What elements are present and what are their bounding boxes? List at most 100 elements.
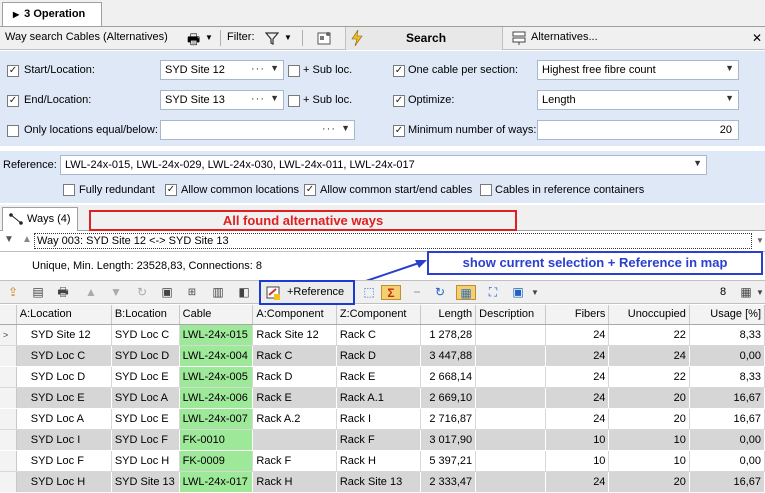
- browse-icon[interactable]: ···: [251, 93, 265, 105]
- start-location-checkbox[interactable]: ✓: [7, 65, 19, 77]
- table-cell[interactable]: 5 397,21: [420, 450, 477, 472]
- table-cell[interactable]: 10: [608, 450, 690, 472]
- table-cell[interactable]: [475, 324, 546, 346]
- table-row[interactable]: SYD Loc H SYD Site 13 LWL-24x-017 Rack H Rac…: [0, 471, 765, 493]
- table-cell[interactable]: 8,33: [689, 366, 765, 388]
- end-location-checkbox[interactable]: ✓: [7, 95, 19, 107]
- table-cell[interactable]: Rack E: [336, 366, 422, 388]
- table-cell[interactable]: 0,00: [689, 429, 765, 451]
- browse-icon[interactable]: ···: [251, 63, 265, 75]
- table-cell[interactable]: SYD Loc D: [16, 366, 112, 388]
- row-indicator[interactable]: [0, 471, 17, 493]
- table-cell[interactable]: SYD Loc F: [111, 429, 180, 451]
- table-cell[interactable]: [475, 345, 546, 367]
- sum-icon[interactable]: Σ: [381, 285, 401, 300]
- table-cell[interactable]: SYD Loc H: [16, 471, 112, 493]
- layout-icon[interactable]: ▣: [510, 285, 526, 300]
- selected-way[interactable]: Way 003: SYD Site 12 <-> SYD Site 13: [34, 233, 752, 249]
- table-cell[interactable]: 24: [545, 345, 610, 367]
- table-cell[interactable]: Rack D: [252, 366, 337, 388]
- table-cell[interactable]: Rack D: [336, 345, 422, 367]
- print-icon[interactable]: 🖶: [55, 285, 71, 300]
- table-cell[interactable]: [475, 429, 546, 451]
- expand-up-icon[interactable]: ▲: [22, 234, 32, 245]
- print-dropdown-icon[interactable]: ▼: [205, 33, 213, 42]
- start-sub-loc-checkbox[interactable]: [288, 65, 300, 77]
- row-indicator[interactable]: [0, 429, 17, 451]
- select-icon[interactable]: ⬚: [361, 285, 377, 300]
- close-icon[interactable]: ✕: [752, 31, 762, 45]
- table-cell[interactable]: 24: [545, 366, 610, 388]
- table-cell[interactable]: LWL-24x-015: [179, 324, 254, 346]
- one-cable-select[interactable]: Highest free fibre count ▼: [537, 60, 739, 80]
- column-header[interactable]: Z:Component: [336, 305, 422, 325]
- table-cell[interactable]: SYD Loc A: [111, 387, 180, 409]
- table-row[interactable]: SYD Loc A SYD Loc E LWL-24x-007 Rack A.2 Rac…: [0, 408, 765, 430]
- table-cell[interactable]: SYD Loc E: [111, 366, 180, 388]
- table-cell[interactable]: [475, 387, 546, 409]
- allow-common-locations-checkbox[interactable]: ✓: [165, 184, 177, 196]
- fully-redundant-checkbox[interactable]: [63, 184, 75, 196]
- chevron-down-icon[interactable]: ▼: [725, 63, 734, 73]
- table-cell[interactable]: 16,67: [689, 471, 765, 493]
- table-cell[interactable]: 20: [608, 387, 690, 409]
- browse-icon[interactable]: ···: [322, 123, 336, 135]
- save-icon[interactable]: ▤: [30, 285, 46, 300]
- table-cell[interactable]: LWL-24x-007: [179, 408, 254, 430]
- only-locations-checkbox[interactable]: [7, 125, 19, 137]
- table-cell[interactable]: [475, 471, 546, 493]
- table-cell[interactable]: 22: [608, 366, 690, 388]
- table-cell[interactable]: 2 669,10: [420, 387, 477, 409]
- map-icon[interactable]: ◧: [236, 285, 252, 300]
- chevron-down-icon[interactable]: ▼: [527, 285, 543, 300]
- table-cell[interactable]: 2 716,87: [420, 408, 477, 430]
- table-cell[interactable]: 2 668,14: [420, 366, 477, 388]
- table-cell[interactable]: 0,00: [689, 450, 765, 472]
- min-ways-checkbox[interactable]: ✓: [393, 125, 405, 137]
- table-cell[interactable]: Rack H: [252, 471, 337, 493]
- table-row[interactable]: > SYD Site 12 SYD Loc C LWL-24x-015 Rack Sit…: [0, 324, 765, 346]
- table-cell[interactable]: SYD Loc D: [111, 345, 180, 367]
- tab-ways[interactable]: Ways (4): [2, 207, 78, 231]
- cables-in-ref-checkbox[interactable]: [480, 184, 492, 196]
- filter-dropdown-icon[interactable]: ▼: [284, 33, 292, 42]
- table-cell[interactable]: 24: [608, 345, 690, 367]
- column-header[interactable]: Usage [%]: [689, 305, 765, 325]
- move-up-icon[interactable]: ▲: [83, 285, 99, 300]
- chevron-down-icon[interactable]: ▼: [752, 285, 765, 300]
- column-header[interactable]: Length: [420, 305, 477, 325]
- row-indicator[interactable]: [0, 408, 17, 430]
- min-ways-input[interactable]: 20: [537, 120, 739, 140]
- table-cell[interactable]: 24: [545, 471, 610, 493]
- export-icon[interactable]: ⇪: [5, 285, 21, 300]
- table-cell[interactable]: SYD Loc E: [16, 387, 112, 409]
- table-cell[interactable]: LWL-24x-017: [179, 471, 254, 493]
- column-header[interactable]: Cable: [179, 305, 254, 325]
- tab-operation[interactable]: ▶ 3 Operation: [2, 2, 102, 26]
- table-cell[interactable]: Rack F: [252, 450, 337, 472]
- table-cell[interactable]: Rack I: [336, 408, 422, 430]
- table-view-icon[interactable]: ▦: [456, 285, 476, 300]
- chevron-down-icon[interactable]: ▼: [756, 236, 764, 245]
- table-row[interactable]: SYD Loc D SYD Loc E LWL-24x-005 Rack D Rack …: [0, 366, 765, 388]
- table-cell[interactable]: Rack A.1: [336, 387, 422, 409]
- table-cell[interactable]: SYD Loc E: [111, 408, 180, 430]
- table-cell[interactable]: 24: [545, 324, 610, 346]
- table-cell[interactable]: 10: [608, 429, 690, 451]
- table-cell[interactable]: 24: [545, 408, 610, 430]
- table-cell[interactable]: SYD Loc F: [16, 450, 112, 472]
- column-tools-icon[interactable]: ⊞: [184, 285, 200, 300]
- search-button[interactable]: Search: [345, 27, 503, 50]
- reference-select[interactable]: LWL-24x-015, LWL-24x-029, LWL-24x-030, L…: [60, 155, 707, 175]
- way-selector[interactable]: ▼ ▲ Way 003: SYD Site 12 <-> SYD Site 13…: [0, 232, 765, 252]
- row-indicator[interactable]: [0, 366, 17, 388]
- table-cell[interactable]: 1 278,28: [420, 324, 477, 346]
- chevron-down-icon[interactable]: ▼: [725, 93, 734, 103]
- row-indicator[interactable]: [0, 345, 17, 367]
- allow-common-startend-checkbox[interactable]: ✓: [304, 184, 316, 196]
- chevron-down-icon[interactable]: ▼: [270, 63, 279, 73]
- table-cell[interactable]: LWL-24x-005: [179, 366, 254, 388]
- table-cell[interactable]: 10: [545, 429, 610, 451]
- end-sub-loc-checkbox[interactable]: [288, 95, 300, 107]
- collapse-icon[interactable]: ▼: [4, 234, 14, 245]
